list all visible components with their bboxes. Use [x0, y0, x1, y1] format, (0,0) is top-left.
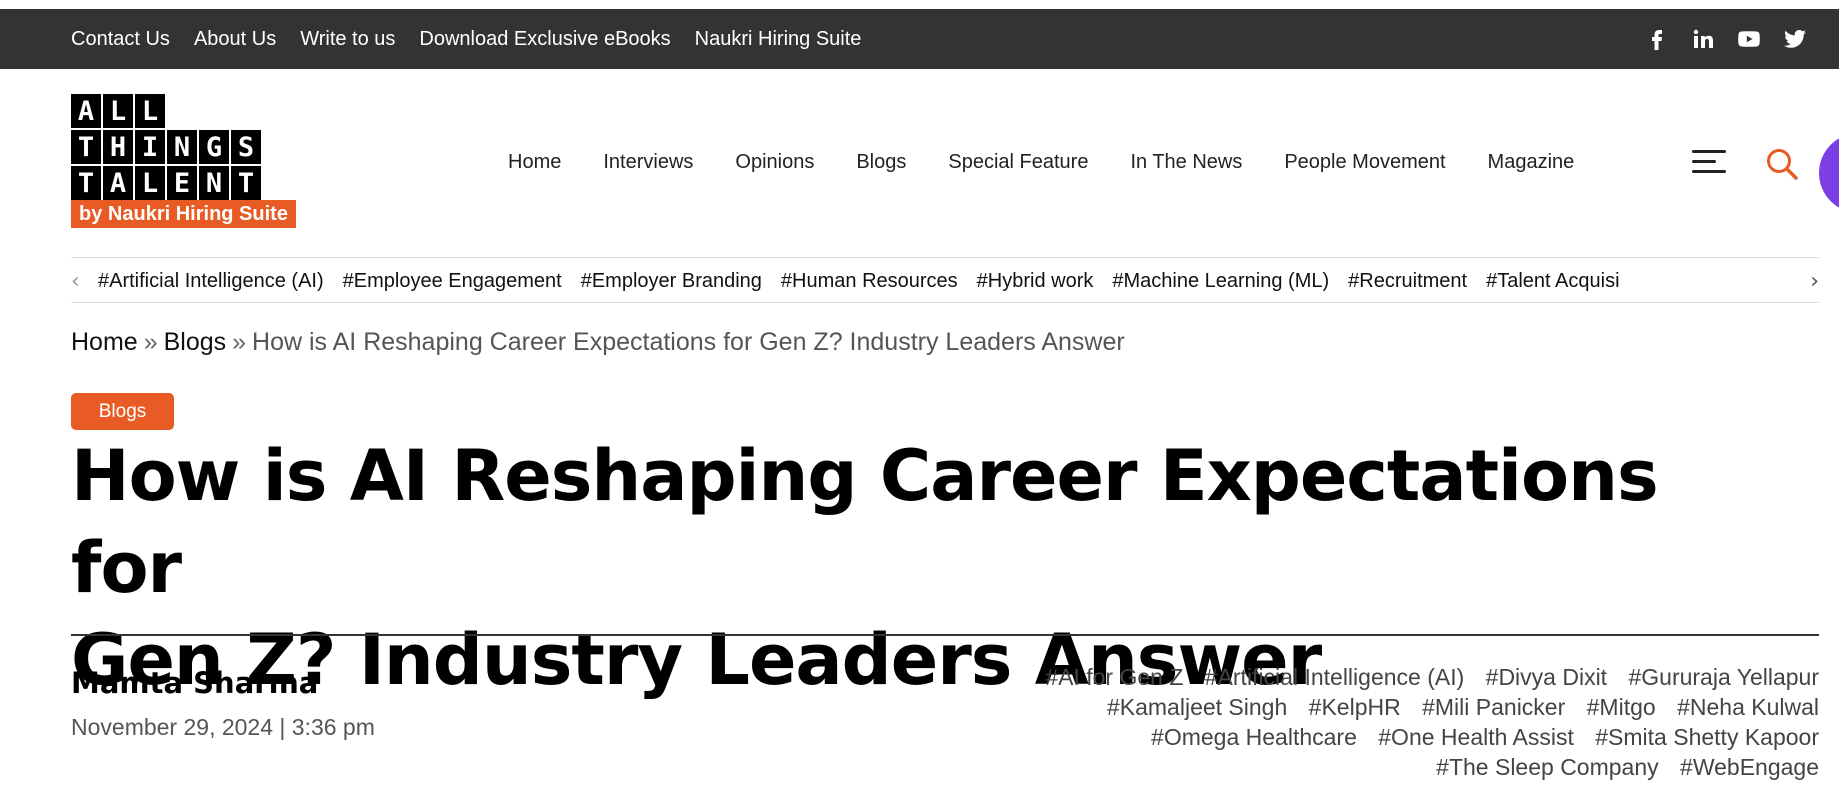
logo-spacer: [167, 94, 197, 128]
tag-link[interactable]: #Employer Branding: [581, 270, 762, 293]
purple-floating-button[interactable]: [1819, 133, 1839, 213]
nav-in-the-news[interactable]: In The News: [1130, 151, 1242, 174]
naukri-hiring-suite-link[interactable]: Naukri Hiring Suite: [695, 28, 862, 51]
main-nav: Home Interviews Opinions Blogs Special F…: [508, 140, 1616, 184]
article-tag[interactable]: #Artificial Intelligence (AI): [1205, 664, 1465, 690]
menu-icon[interactable]: [1692, 150, 1726, 176]
nav-home[interactable]: Home: [508, 151, 561, 174]
tag-link[interactable]: #Artificial Intelligence (AI): [98, 270, 324, 293]
trending-tags: #Artificial Intelligence (AI) #Employee …: [98, 258, 1793, 302]
top-links: Contact Us About Us Write to us Download…: [71, 9, 885, 69]
nav-people-movement[interactable]: People Movement: [1284, 151, 1445, 174]
top-bar: Contact Us About Us Write to us Download…: [0, 9, 1839, 69]
logo-subtitle: by Naukri Hiring Suite: [71, 200, 296, 228]
logo-letter: L: [135, 166, 165, 200]
download-ebooks-link[interactable]: Download Exclusive eBooks: [419, 28, 670, 51]
article-tag[interactable]: #Neha Kulwal: [1677, 694, 1819, 720]
article-tag[interactable]: #Omega Healthcare: [1151, 724, 1357, 750]
search-icon[interactable]: [1764, 146, 1800, 182]
category-badge[interactable]: Blogs: [71, 393, 174, 430]
article-tag[interactable]: #WebEngage: [1680, 754, 1819, 780]
logo-letter: T: [71, 130, 101, 164]
logo-letter: A: [71, 94, 101, 128]
logo-letters: A L L T H I N G S T A L E N T: [71, 94, 296, 200]
article-tag[interactable]: #Mili Panicker: [1422, 694, 1565, 720]
write-to-us-link[interactable]: Write to us: [300, 28, 395, 51]
linkedin-icon[interactable]: [1689, 25, 1717, 53]
logo-letter: L: [103, 94, 133, 128]
tags-prev-arrow[interactable]: ‹: [71, 258, 80, 302]
logo-spacer: [199, 94, 229, 128]
breadcrumb-blogs[interactable]: Blogs: [164, 328, 227, 356]
breadcrumb-home[interactable]: Home: [71, 328, 138, 356]
author-name[interactable]: Mamta Sharma: [71, 666, 318, 700]
logo-spacer: [263, 94, 293, 128]
logo-letter: N: [199, 166, 229, 200]
logo-letter: T: [231, 166, 261, 200]
top-strip: [0, 0, 1839, 9]
article-tag[interactable]: #The Sleep Company: [1436, 754, 1658, 780]
trending-tags-bar: ‹ #Artificial Intelligence (AI) #Employe…: [71, 257, 1819, 303]
article-tag[interactable]: #Divya Dixit: [1486, 664, 1607, 690]
breadcrumb-separator: »: [232, 328, 247, 356]
logo-letter: A: [103, 166, 133, 200]
nav-interviews[interactable]: Interviews: [603, 151, 693, 174]
article-tags: #AI for Gen Z #Artificial Intelligence (…: [859, 662, 1819, 782]
tag-link[interactable]: #Machine Learning (ML): [1112, 270, 1329, 293]
breadcrumb-current: How is AI Reshaping Career Expectations …: [252, 328, 1125, 356]
nav-special-feature[interactable]: Special Feature: [948, 151, 1088, 174]
article-tag[interactable]: #Gururaja Yellapur: [1628, 664, 1819, 690]
logo-letter: L: [135, 94, 165, 128]
about-us-link[interactable]: About Us: [194, 28, 276, 51]
facebook-icon[interactable]: [1643, 25, 1671, 53]
article-tag[interactable]: #AI for Gen Z: [1045, 664, 1183, 690]
tag-link[interactable]: #Human Resources: [781, 270, 958, 293]
article-tag[interactable]: #Mitgo: [1587, 694, 1656, 720]
logo-letter: G: [199, 130, 229, 164]
article-title-line1: How is AI Reshaping Career Expectations …: [71, 435, 1659, 609]
article-tag[interactable]: #One Health Assist: [1378, 724, 1574, 750]
nav-blogs[interactable]: Blogs: [856, 151, 906, 174]
logo-letter: I: [135, 130, 165, 164]
article-tag[interactable]: #Smita Shetty Kapoor: [1595, 724, 1819, 750]
youtube-icon[interactable]: [1735, 25, 1763, 53]
logo-letter: S: [231, 130, 261, 164]
divider: [71, 634, 1819, 636]
logo-spacer: [263, 166, 293, 200]
publish-datetime: November 29, 2024 | 3:36 pm: [71, 714, 375, 740]
social-links: [1643, 9, 1809, 69]
site-logo[interactable]: A L L T H I N G S T A L E N T by Naukri …: [71, 94, 296, 234]
logo-letter: E: [167, 166, 197, 200]
breadcrumb: Home» Blogs» How is AI Reshaping Career Ex…: [71, 328, 1125, 357]
twitter-icon[interactable]: [1781, 25, 1809, 53]
tags-next-arrow[interactable]: ›: [1810, 258, 1819, 302]
logo-spacer: [263, 130, 293, 164]
logo-letter: T: [71, 166, 101, 200]
tag-link[interactable]: #Recruitment: [1348, 270, 1467, 293]
logo-spacer: [231, 94, 261, 128]
contact-us-link[interactable]: Contact Us: [71, 28, 170, 51]
logo-letter: N: [167, 130, 197, 164]
nav-opinions[interactable]: Opinions: [735, 151, 814, 174]
tag-link[interactable]: #Hybrid work: [977, 270, 1094, 293]
tag-link[interactable]: #Employee Engagement: [343, 270, 562, 293]
nav-magazine[interactable]: Magazine: [1488, 151, 1575, 174]
article-tag[interactable]: #Kamaljeet Singh: [1107, 694, 1287, 720]
breadcrumb-separator: »: [143, 328, 158, 356]
article-tag[interactable]: #KelpHR: [1309, 694, 1401, 720]
logo-letter: H: [103, 130, 133, 164]
tag-link[interactable]: #Talent Acquisi: [1486, 270, 1619, 293]
